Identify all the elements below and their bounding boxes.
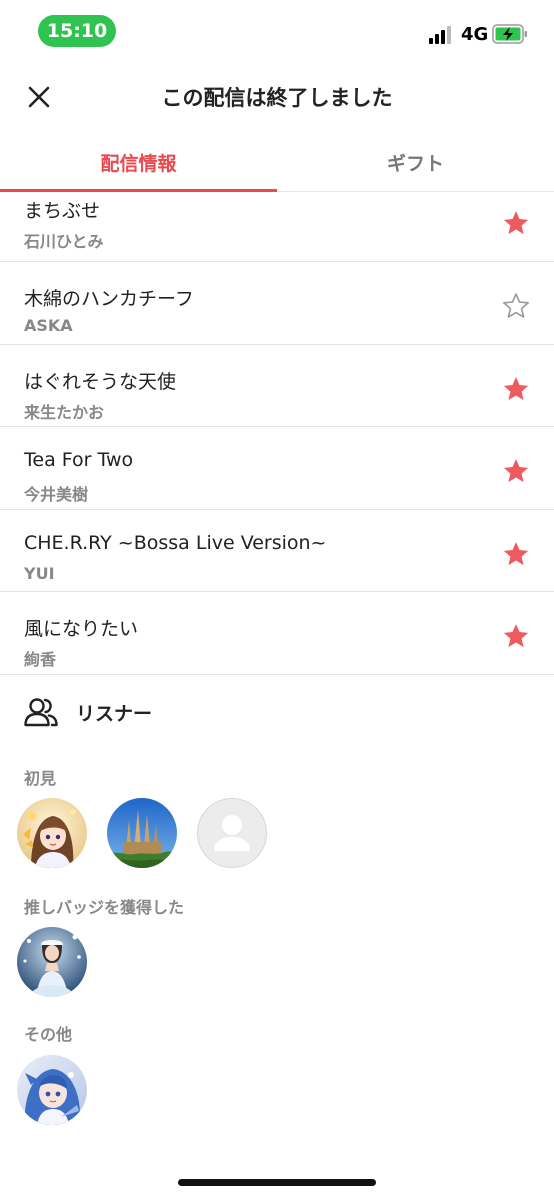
song-artist: YUI [24, 563, 55, 583]
default-avatar[interactable] [197, 798, 267, 868]
song-artist: ASKA [24, 316, 73, 335]
people-icon [24, 698, 58, 727]
battery-charging-icon [492, 24, 527, 44]
group-label-others: その他 [24, 1025, 73, 1044]
song-title: Tea For Two [24, 449, 134, 471]
signal-icon [429, 26, 451, 44]
listener-title: リスナー [76, 702, 153, 725]
group-label-first-time: 初見 [24, 769, 57, 788]
group-label-badge-earned: 推しバッジを獲得した [24, 898, 185, 917]
header: この配信は終了しました [0, 60, 554, 132]
song-row: まちぶせ 石川ひとみ [0, 192, 554, 262]
star-filled-icon[interactable] [502, 375, 530, 403]
star-outline-icon[interactable] [502, 292, 530, 320]
network-label: 4G [461, 24, 489, 45]
cathedral-avatar[interactable] [107, 798, 177, 868]
tab-bar: 配信情報 ギフト [0, 132, 554, 192]
song-title: はぐれそうな天使 [24, 370, 177, 393]
star-filled-icon[interactable] [502, 457, 530, 485]
page-title: この配信は終了しました [161, 86, 393, 110]
song-artist: 来生たかお [24, 402, 105, 422]
song-row: CHE.R.RY ~Bossa Live Version~ YUI [0, 510, 554, 592]
song-title: 風になりたい [24, 618, 139, 640]
tab-gift[interactable]: ギフト [277, 132, 554, 192]
song-row: 木綿のハンカチーフ ASKA [0, 262, 554, 345]
home-indicator[interactable] [178, 1179, 376, 1186]
song-row: Tea For Two 今井美樹 [0, 427, 554, 510]
song-artist: 絢香 [24, 650, 57, 669]
song-title: まちぶせ [24, 200, 101, 222]
star-filled-icon[interactable] [502, 209, 530, 237]
song-artist: 今井美樹 [24, 485, 89, 504]
star-filled-icon[interactable] [502, 622, 530, 650]
star-filled-icon[interactable] [502, 540, 530, 568]
song-row: 風になりたい 絢香 [0, 592, 554, 675]
status-time: 15:10 [38, 15, 116, 47]
song-artist: 石川ひとみ [24, 232, 104, 251]
listener-section-header: リスナー [24, 690, 152, 734]
dress-avatar[interactable] [17, 927, 87, 997]
song-title: CHE.R.RY ~Bossa Live Version~ [24, 531, 327, 554]
song-title: 木綿のハンカチーフ [24, 288, 194, 310]
status-bar: 15:10 4G [0, 0, 554, 60]
tab-stream-info[interactable]: 配信情報 [0, 132, 277, 192]
song-row: はぐれそうな天使 来生たかお [0, 345, 554, 427]
hana-avatar[interactable] [17, 798, 87, 868]
song-list: まちぶせ 石川ひとみ 木綿のハンカチーフ ASKA はぐれそうな天使 来生たかお… [0, 192, 554, 675]
anime-avatar[interactable] [17, 1055, 87, 1125]
